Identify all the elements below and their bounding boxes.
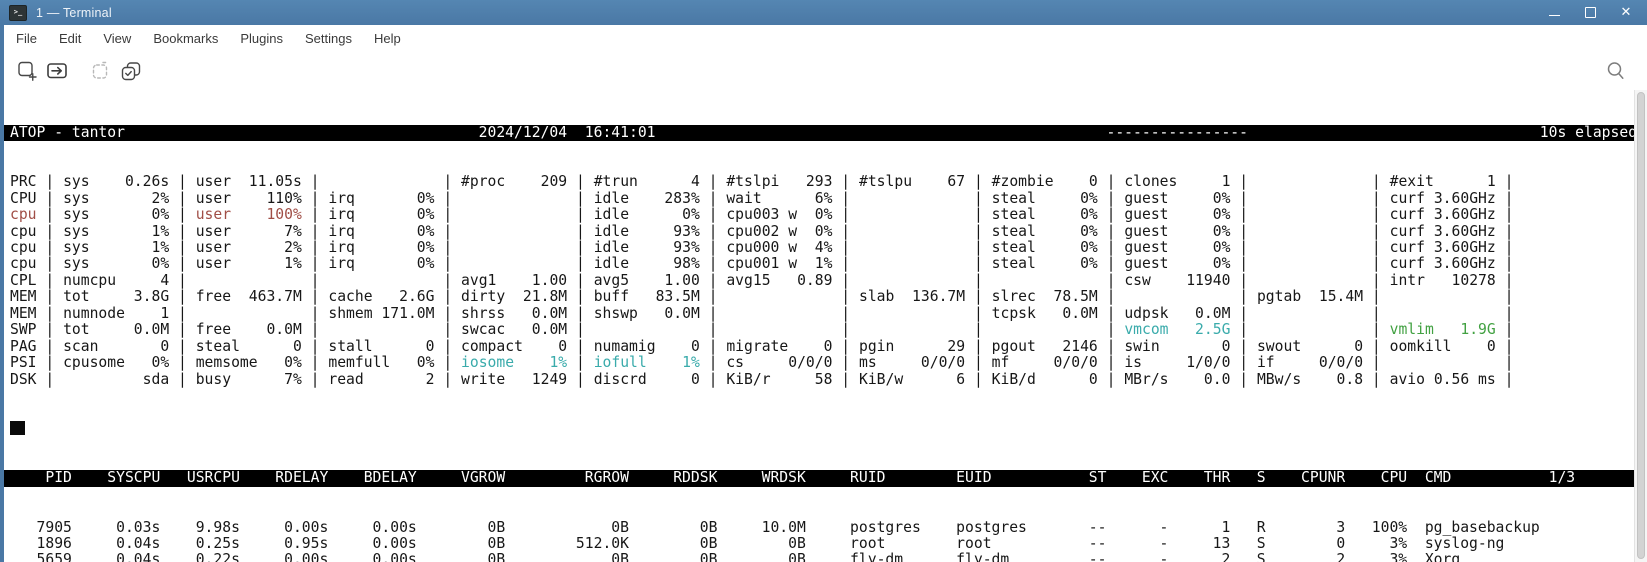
process-row-pid-7905: 7905 0.03s 9.98s 0.00s 0.00s 0B 0B 0B 10… xyxy=(10,520,1634,536)
terminal-screen[interactable]: ATOP - tantor 2024/12/04 16:41:01 ------… xyxy=(4,90,1634,562)
minimize-button[interactable] xyxy=(1547,6,1561,20)
toolbar xyxy=(4,52,1647,90)
atop-line-prc-0: PRC | sys 0.26s | user 11.05s | | #proc … xyxy=(10,174,1634,190)
window-title: 1 — Terminal xyxy=(36,6,112,20)
terminal-cursor xyxy=(10,421,25,435)
cursor-line xyxy=(10,421,1634,437)
menu-item-bookmarks[interactable]: Bookmarks xyxy=(142,27,229,50)
menu-item-settings[interactable]: Settings xyxy=(294,27,363,50)
atop-line-cpu-1: CPU | sys 2% | user 110% | irq 0% | | id… xyxy=(10,191,1634,207)
new-tab-button[interactable] xyxy=(12,56,42,86)
scrollbar-thumb[interactable] xyxy=(1637,92,1645,559)
menu-item-view[interactable]: View xyxy=(92,27,142,50)
split-view-icon xyxy=(45,59,69,83)
scrollbar[interactable] xyxy=(1634,90,1647,562)
minimize-icon xyxy=(1549,15,1560,16)
atop-line-psi-11: PSI | cpusome 0% | memsome 0% | memfull … xyxy=(10,355,1634,371)
close-icon: ✕ xyxy=(1621,6,1632,19)
atop-line-cpu-2: cpu | sys 0% | user 100% | irq 0% | | id… xyxy=(10,207,1634,223)
duplicate-tab-icon xyxy=(119,59,143,83)
split-view-button[interactable] xyxy=(42,56,72,86)
duplicate-tab-button[interactable] xyxy=(116,56,146,86)
process-table-header: PID SYSCPU USRCPU RDELAY BDELAY VGROW RG… xyxy=(4,470,1634,486)
titlebar[interactable]: >_ 1 — Terminal ✕ xyxy=(0,0,1647,25)
atop-system-lines: PRC | sys 0.26s | user 11.05s | | #proc … xyxy=(10,174,1634,388)
window-buttons: ✕ xyxy=(1547,0,1633,25)
maximize-icon xyxy=(1585,7,1596,18)
process-table-rows: 7905 0.03s 9.98s 0.00s 0.00s 0B 0B 0B 10… xyxy=(10,520,1634,562)
atop-line-cpu-3: cpu | sys 1% | user 7% | irq 0% | | idle… xyxy=(10,224,1634,240)
process-row-pid-1896: 1896 0.04s 0.25s 0.95s 0.00s 0B 512.0K 0… xyxy=(10,536,1634,552)
close-button[interactable]: ✕ xyxy=(1619,6,1633,20)
menu-item-file[interactable]: File xyxy=(5,27,48,50)
atop-line-cpl-6: CPL | numcpu 4 | | | avg1 1.00 | avg5 1.… xyxy=(10,273,1634,289)
menu-item-edit[interactable]: Edit xyxy=(48,27,92,50)
process-row-pid-5659: 5659 0.04s 0.22s 0.00s 0.00s 0B 0B 0B 0B… xyxy=(10,552,1634,562)
menu-item-help[interactable]: Help xyxy=(363,27,412,50)
detach-tab-button[interactable] xyxy=(86,56,116,86)
atop-line-swp-9: SWP | tot 0.0M | free 0.0M | | swcac 0.0… xyxy=(10,322,1634,338)
search-icon xyxy=(1604,59,1628,83)
atop-line-cpu-5: cpu | sys 0% | user 1% | irq 0% | | idle… xyxy=(10,256,1634,272)
new-tab-icon xyxy=(15,59,39,83)
menu-item-plugins[interactable]: Plugins xyxy=(229,27,294,50)
detach-tab-icon xyxy=(89,59,113,83)
atop-line-pag-10: PAG | scan 0 | steal 0 | stall 0 | compa… xyxy=(10,339,1634,355)
menubar: FileEditViewBookmarksPluginsSettingsHelp xyxy=(4,25,1647,52)
atop-line-dsk-12: DSK | sda | busy 7% | read 2 | write 124… xyxy=(10,372,1634,388)
atop-line-mem-8: MEM | numnode 1 | | shmem 171.0M | shrss… xyxy=(10,306,1634,322)
search-button[interactable] xyxy=(1601,56,1631,86)
atop-header-line: ATOP - tantor 2024/12/04 16:41:01 ------… xyxy=(4,125,1634,141)
maximize-button[interactable] xyxy=(1583,6,1597,20)
terminal-app-icon: >_ xyxy=(9,5,27,21)
atop-line-cpu-4: cpu | sys 1% | user 2% | irq 0% | | idle… xyxy=(10,240,1634,256)
atop-line-mem-7: MEM | tot 3.8G | free 463.7M | cache 2.6… xyxy=(10,289,1634,305)
